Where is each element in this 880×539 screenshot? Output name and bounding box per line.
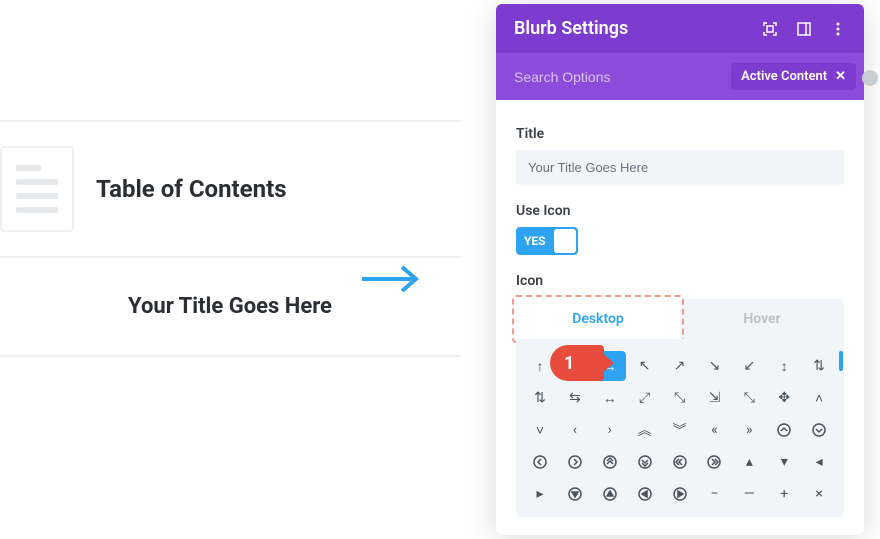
- icon-option-arrow-ne-thin[interactable]: ↖: [629, 351, 661, 381]
- icon-option-play-circ-down[interactable]: [559, 479, 591, 509]
- icon-option-circ2-right[interactable]: [698, 447, 730, 477]
- tab-desktop[interactable]: Desktop: [516, 299, 680, 339]
- icon-option-expand-full[interactable]: ⤡: [733, 383, 765, 413]
- icon-option-tri-down[interactable]: ▾: [768, 447, 800, 477]
- icon-option-chev2-up[interactable]: ︽: [629, 415, 661, 445]
- icon-option-tri-right[interactable]: ▸: [524, 479, 556, 509]
- more-icon[interactable]: [830, 21, 846, 37]
- icon-option-chev2-left[interactable]: «: [698, 415, 730, 445]
- search-input[interactable]: [514, 69, 644, 85]
- icon-label: Icon: [516, 273, 844, 289]
- icon-option-resize[interactable]: ↔: [594, 383, 626, 413]
- icon-option-caret-down[interactable]: ˅: [524, 415, 556, 445]
- icon-option-circ-right[interactable]: [559, 447, 591, 477]
- toc-heading: Table of Contents: [96, 175, 287, 203]
- icon-option-play-circ-left[interactable]: [629, 479, 661, 509]
- page-canvas: Table of Contents Your Title Goes Here: [0, 0, 500, 539]
- panel-search-row: Active Content ✕: [496, 53, 864, 100]
- callout-number: 1: [564, 353, 574, 374]
- icon-option-circ-down[interactable]: [803, 415, 835, 445]
- icon-option-minus[interactable]: −: [698, 479, 730, 509]
- icon-option-circ2-down[interactable]: [629, 447, 661, 477]
- expand-icon[interactable]: [762, 21, 778, 37]
- panel-body: Title Use Icon YES Icon Desktop Hover ↑→…: [496, 100, 864, 535]
- close-icon[interactable]: ✕: [835, 69, 846, 84]
- use-icon-label: Use Icon: [516, 203, 844, 219]
- toggle-knob: [554, 229, 576, 253]
- panel-title: Blurb Settings: [514, 18, 628, 39]
- icon-option-caret-up[interactable]: ˄: [803, 383, 835, 413]
- icon-option-arrow-se[interactable]: ↘: [698, 351, 730, 381]
- use-icon-toggle[interactable]: YES: [516, 227, 578, 255]
- scrollbar[interactable]: [839, 351, 843, 371]
- toc-module[interactable]: Table of Contents: [0, 122, 460, 258]
- settings-panel: Blurb Settings Active Content ✕ Title Us…: [496, 4, 864, 535]
- filter-chip-label: Active Content: [741, 69, 827, 84]
- title-label: Title: [516, 126, 844, 142]
- arrow-right-icon: [360, 262, 424, 300]
- icon-option-play-circ-up[interactable]: [594, 479, 626, 509]
- icon-option-chevron-left[interactable]: ‹: [559, 415, 591, 445]
- icon-option-swap-vert[interactable]: ⇅: [524, 383, 556, 413]
- icon-option-circ-left[interactable]: [524, 447, 556, 477]
- filter-chip[interactable]: Active Content ✕: [731, 63, 856, 90]
- icon-option-expand-in[interactable]: ⇲: [698, 383, 730, 413]
- icon-option-circ2-left[interactable]: [664, 447, 696, 477]
- title-field[interactable]: [516, 150, 844, 185]
- icon-option-play-circ-right[interactable]: [664, 479, 696, 509]
- icon-option-close[interactable]: ×: [803, 479, 835, 509]
- icon-option-line[interactable]: —: [733, 479, 765, 509]
- sidebar-icon[interactable]: [796, 21, 812, 37]
- icon-option-chev2-right[interactable]: »: [733, 415, 765, 445]
- icon-option-plus[interactable]: +: [768, 479, 800, 509]
- icon-option-circ2-up[interactable]: [594, 447, 626, 477]
- toggle-label: YES: [518, 234, 546, 248]
- responsive-tabs: Desktop Hover: [516, 299, 844, 339]
- icon-picker: ↑→↖↗↘↙↕⇅⇅⇆↔⤢⤡⇲⤡✥˄˅‹›︽︾«»▴▾◂▸−—+× 1: [516, 339, 844, 517]
- icon-option-chevron-right[interactable]: ›: [594, 415, 626, 445]
- panel-header: Blurb Settings Active Content ✕: [496, 4, 864, 100]
- icon-option-circ-up[interactable]: [768, 415, 800, 445]
- icon-option-arrow-updown[interactable]: ↕: [768, 351, 800, 381]
- globe-icon[interactable]: [862, 70, 878, 86]
- icon-option-move[interactable]: ✥: [768, 383, 800, 413]
- tutorial-callout: 1: [550, 345, 604, 381]
- tab-hover[interactable]: Hover: [680, 299, 844, 339]
- icon-option-tri-left[interactable]: ◂: [803, 447, 835, 477]
- document-icon: [0, 146, 74, 232]
- icon-option-expand-ne[interactable]: ⤢: [629, 383, 661, 413]
- icon-option-expand-out[interactable]: ⤡: [664, 383, 696, 413]
- icon-option-swap-horiz[interactable]: ⇆: [559, 383, 591, 413]
- icon-option-chev2-down[interactable]: ︾: [664, 415, 696, 445]
- icon-option-swap-vert[interactable]: ⇅: [803, 351, 835, 381]
- icon-option-arrow-sw[interactable]: ↙: [733, 351, 765, 381]
- panel-actions: [762, 21, 846, 37]
- icon-option-tri-up[interactable]: ▴: [733, 447, 765, 477]
- icon-option-arrow-ne[interactable]: ↗: [664, 351, 696, 381]
